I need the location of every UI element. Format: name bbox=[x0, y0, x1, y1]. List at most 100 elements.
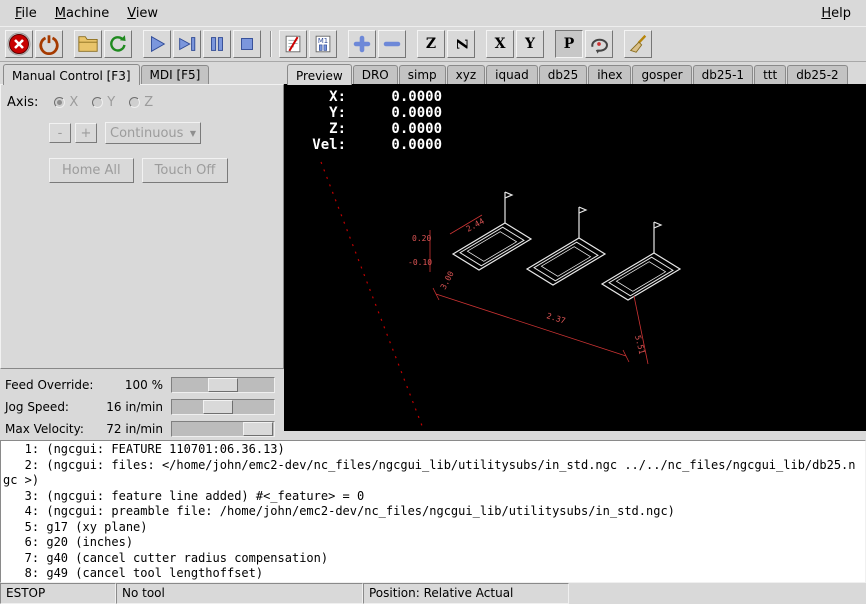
preview-panel: Preview DRO simp xyz iquad db25 ihex gos… bbox=[284, 62, 866, 431]
jog-speed-slider[interactable] bbox=[171, 399, 275, 415]
slider-panel: Feed Override: 100 % Jog Speed: 16 in/mi… bbox=[0, 369, 284, 440]
tab-db25-1[interactable]: db25-1 bbox=[693, 65, 753, 84]
view-z-rotated-button[interactable]: Z bbox=[447, 30, 475, 58]
feed-override-slider[interactable] bbox=[171, 377, 275, 393]
preview-canvas[interactable]: 2.44 0.20 -0.10 3.00 2.37 5.51 X: 0.0000… bbox=[284, 84, 866, 431]
axis-radio-y[interactable]: Y bbox=[92, 95, 115, 110]
view-y-icon: Y bbox=[525, 37, 535, 51]
pause-icon bbox=[206, 33, 228, 55]
toggle-skip-lines-button[interactable] bbox=[279, 30, 307, 58]
estop-icon bbox=[7, 32, 31, 56]
axis-z-label: Z bbox=[144, 95, 153, 110]
readout-y: Y: 0.0000 bbox=[296, 105, 442, 121]
gcode-line[interactable]: 4: (ngcgui: preamble file: /home/john/em… bbox=[3, 504, 865, 520]
jog-speed-row: Jog Speed: 16 in/min bbox=[5, 396, 279, 418]
pause-button[interactable] bbox=[203, 30, 231, 58]
touch-off-button[interactable]: Touch Off bbox=[142, 158, 229, 183]
max-velocity-slider[interactable] bbox=[171, 421, 275, 437]
status-estop: ESTOP bbox=[0, 583, 116, 604]
menu-view[interactable]: View bbox=[118, 3, 167, 24]
tab-manual-control[interactable]: Manual Control [F3] bbox=[3, 64, 140, 85]
rotate-view-button[interactable] bbox=[585, 30, 613, 58]
radio-y-icon bbox=[92, 97, 103, 108]
axis-x-label: X bbox=[69, 95, 78, 110]
run-button[interactable] bbox=[143, 30, 171, 58]
tab-iquad[interactable]: iquad bbox=[486, 65, 538, 84]
tab-dro[interactable]: DRO bbox=[353, 65, 398, 84]
jog-speed-label: Jog Speed: bbox=[5, 400, 103, 414]
home-all-button[interactable]: Home All bbox=[49, 158, 134, 183]
tab-db25-2[interactable]: db25-2 bbox=[787, 65, 847, 84]
run-icon bbox=[146, 33, 168, 55]
axis-radio-x[interactable]: X bbox=[54, 95, 78, 110]
gcode-line[interactable]: 3: (ngcgui: feature line added) #<_featu… bbox=[3, 489, 865, 505]
reload-icon bbox=[107, 33, 129, 55]
axis-label: Axis: bbox=[7, 95, 38, 110]
tab-ihex[interactable]: ihex bbox=[588, 65, 631, 84]
readout-z: Z: 0.0000 bbox=[296, 121, 442, 137]
svg-text:3.00: 3.00 bbox=[439, 270, 456, 291]
clear-plot-button[interactable] bbox=[624, 30, 652, 58]
stop-icon bbox=[236, 33, 258, 55]
jog-mode-value: Continuous bbox=[110, 126, 183, 141]
gcode-line[interactable]: 1: (ngcgui: FEATURE 110701:06.36.13) bbox=[3, 442, 865, 458]
menu-help[interactable]: Help bbox=[812, 3, 860, 24]
view-y-button[interactable]: Y bbox=[516, 30, 544, 58]
readout-vel-label: Vel: bbox=[296, 137, 346, 153]
power-icon bbox=[38, 33, 60, 55]
tab-gosper[interactable]: gosper bbox=[632, 65, 691, 84]
view-perspective-button[interactable]: P bbox=[555, 30, 583, 58]
readout-x: X: 0.0000 bbox=[296, 89, 442, 105]
toggle-optional-pause-button[interactable]: M1 bbox=[309, 30, 337, 58]
gcode-line[interactable]: 7: g40 (cancel cutter radius compensatio… bbox=[3, 551, 865, 567]
feed-override-thumb[interactable] bbox=[208, 378, 238, 392]
menu-machine[interactable]: Machine bbox=[46, 3, 118, 24]
zoom-out-icon bbox=[381, 33, 403, 55]
view-x-button[interactable]: X bbox=[486, 30, 514, 58]
rotate-icon bbox=[588, 33, 610, 55]
main-area: Manual Control [F3] MDI [F5] Axis: X Y bbox=[0, 62, 866, 440]
view-x-icon: X bbox=[495, 37, 506, 51]
gcode-line[interactable]: 6: g20 (inches) bbox=[3, 535, 865, 551]
svg-text:2.37: 2.37 bbox=[545, 311, 566, 325]
stop-button[interactable] bbox=[233, 30, 261, 58]
home-touchoff-row: Home All Touch Off bbox=[49, 158, 277, 183]
jog-minus-button[interactable]: - bbox=[49, 123, 71, 143]
tab-xyz[interactable]: xyz bbox=[447, 65, 486, 84]
zoom-in-icon bbox=[351, 33, 373, 55]
tab-db25[interactable]: db25 bbox=[539, 65, 588, 84]
gcode-line-wrap[interactable]: gc >) bbox=[3, 473, 865, 489]
tab-ttt[interactable]: ttt bbox=[754, 65, 786, 84]
zoom-in-button[interactable] bbox=[348, 30, 376, 58]
estop-button[interactable] bbox=[5, 30, 33, 58]
view-z-button[interactable]: Z bbox=[417, 30, 445, 58]
status-filler bbox=[569, 583, 866, 604]
svg-text:-0.10: -0.10 bbox=[408, 258, 432, 267]
gcode-line[interactable]: 2: (ngcgui: files: </home/john/emc2-dev/… bbox=[3, 458, 865, 474]
jog-speed-thumb[interactable] bbox=[203, 400, 233, 414]
gcode-line[interactable]: 8: g49 (cancel tool lengthoffset) bbox=[3, 566, 865, 582]
max-velocity-thumb[interactable] bbox=[243, 422, 273, 436]
folder-icon bbox=[77, 33, 99, 55]
axis-radio-z[interactable]: Z bbox=[129, 95, 153, 110]
tab-mdi[interactable]: MDI [F5] bbox=[141, 65, 210, 84]
step-button[interactable] bbox=[173, 30, 201, 58]
feed-override-label: Feed Override: bbox=[5, 378, 103, 392]
jog-plus-button[interactable]: + bbox=[75, 123, 97, 143]
axis-y-label: Y bbox=[107, 95, 115, 110]
gcode-listing[interactable]: 1: (ngcgui: FEATURE 110701:06.36.13) 2: … bbox=[0, 440, 866, 583]
open-file-button[interactable] bbox=[74, 30, 102, 58]
menu-file[interactable]: File bbox=[6, 3, 46, 24]
reload-button[interactable] bbox=[104, 30, 132, 58]
tab-simp[interactable]: simp bbox=[399, 65, 446, 84]
gcode-line[interactable]: 5: g17 (xy plane) bbox=[3, 520, 865, 536]
max-velocity-label: Max Velocity: bbox=[5, 422, 103, 436]
jog-mode-select[interactable]: Continuous ▼ bbox=[105, 122, 201, 144]
readout-vel-value: 0.0000 bbox=[346, 137, 442, 153]
tab-preview[interactable]: Preview bbox=[287, 64, 352, 85]
radio-z-icon bbox=[129, 97, 140, 108]
max-velocity-row: Max Velocity: 72 in/min bbox=[5, 418, 279, 440]
zoom-out-button[interactable] bbox=[378, 30, 406, 58]
max-velocity-value: 72 in/min bbox=[103, 422, 171, 436]
machine-power-button[interactable] bbox=[35, 30, 63, 58]
